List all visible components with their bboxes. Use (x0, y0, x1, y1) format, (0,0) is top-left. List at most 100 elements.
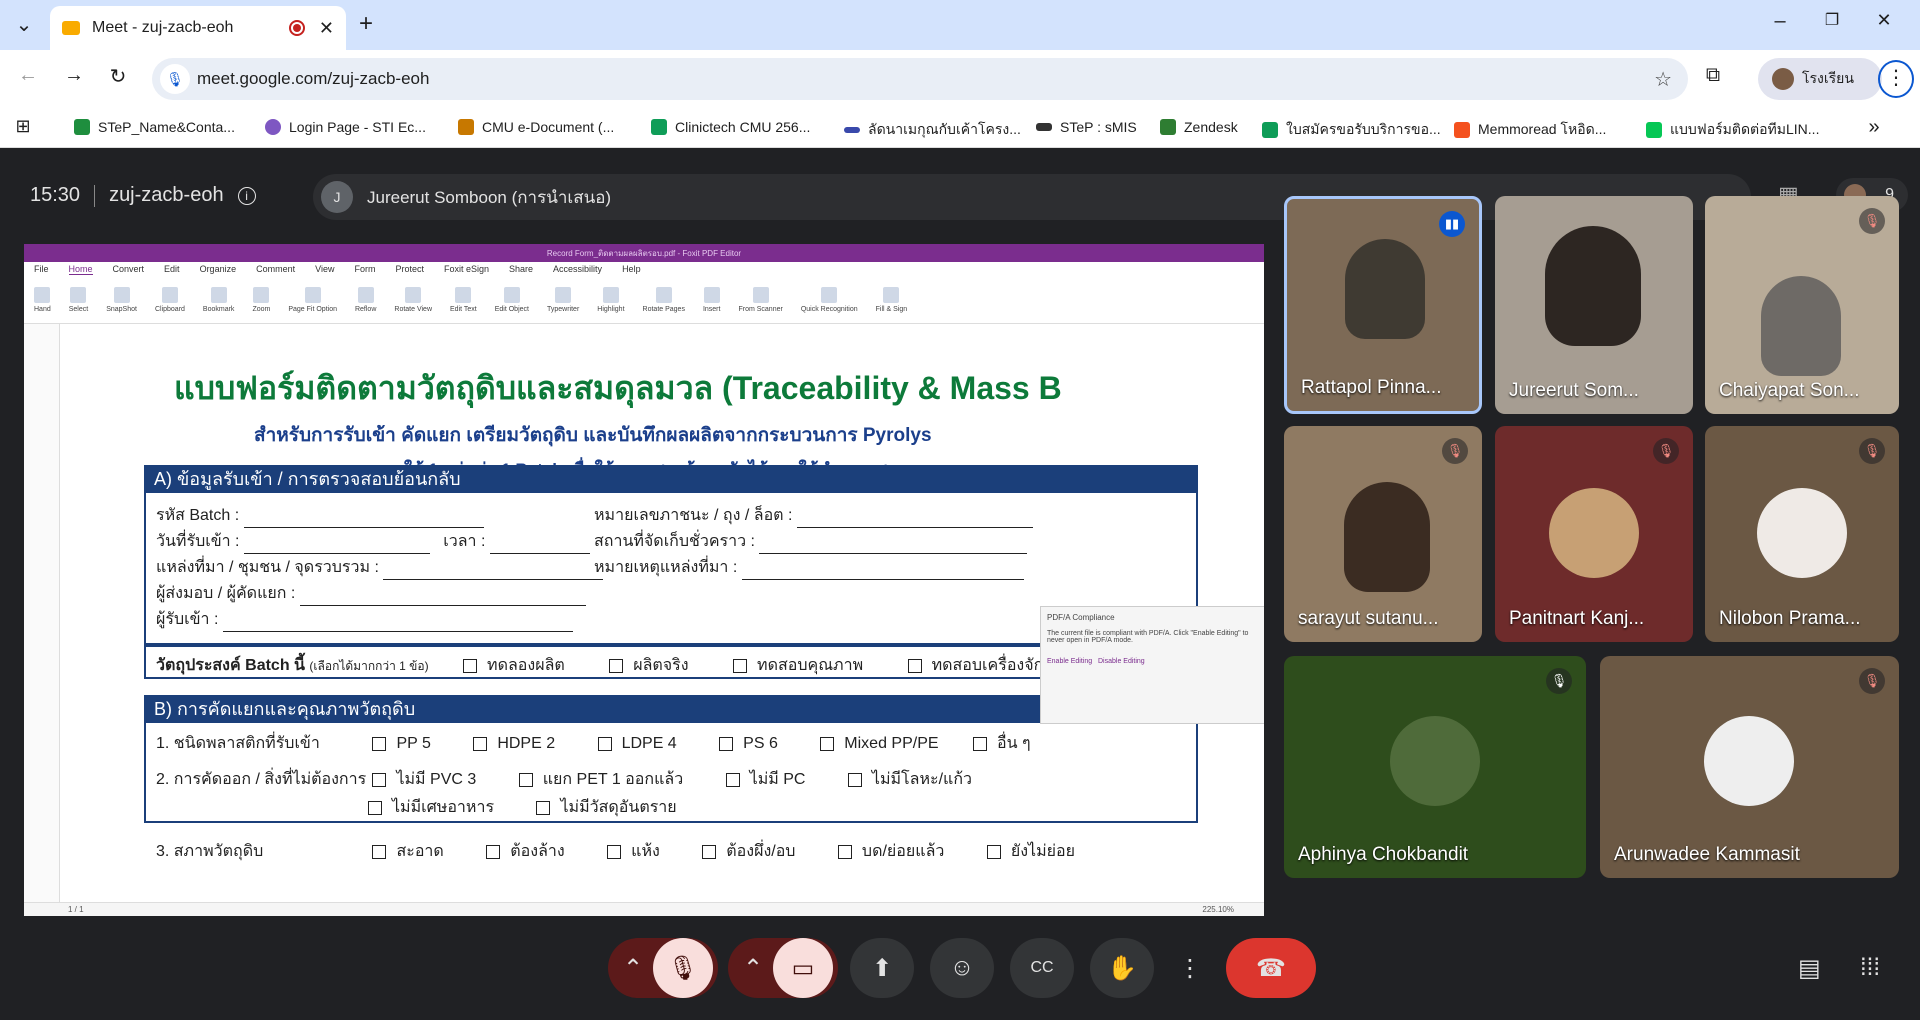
participant-tile[interactable]: 🎙 Nilobon Prama... (1705, 426, 1899, 642)
checkbox[interactable] (609, 658, 624, 673)
menu-item[interactable]: Form (354, 264, 375, 274)
menu-item[interactable]: Organize (200, 264, 237, 274)
shared-screen: Record Form_ติดตามผลผลิตรอบ.pdf - Foxit … (24, 244, 1264, 916)
menu-item[interactable]: Share (509, 264, 533, 274)
present-screen-icon[interactable]: ⬆ (850, 938, 914, 998)
field-container-no: หมายเลขภาชนะ / ถุง / ล็อต : (594, 503, 1033, 528)
ribbon-tool[interactable]: SnapShot (106, 287, 137, 313)
participant-tile[interactable]: 🎙 sarayut sutanu... (1284, 426, 1482, 642)
ribbon-tool[interactable]: Zoom (252, 287, 270, 313)
participant-avatar (1704, 716, 1794, 806)
ribbon-tool[interactable]: Rotate Pages (643, 287, 685, 313)
ribbon-tool[interactable]: Fill & Sign (876, 287, 908, 313)
ribbon-tool[interactable]: Page Fit Option (288, 287, 337, 313)
participant-tile[interactable]: 🎙 Aphinya Chokbandit (1284, 656, 1586, 878)
bookmark-item[interactable]: ใบสมัครขอรับบริการขอ... (1262, 119, 1441, 141)
more-options-icon[interactable]: ⋮ (1170, 938, 1210, 998)
popup-title: PDF/A Compliance (1047, 613, 1115, 622)
bookmark-item[interactable]: STeP_Name&Conta... (74, 119, 235, 135)
checkbox[interactable] (907, 658, 922, 673)
ribbon-tool[interactable]: Reflow (355, 287, 376, 313)
video-feed (1545, 226, 1641, 346)
participant-tile[interactable]: ▮▮ Rattapol Pinna... (1284, 196, 1482, 414)
ribbon-tool[interactable]: Rotate View (394, 287, 432, 313)
field-received-date: วันที่รับเข้า : เวลา : (156, 529, 590, 554)
enable-editing-link[interactable]: Enable Editing (1047, 658, 1092, 665)
bookmark-item[interactable]: CMU e-Document (... (458, 119, 614, 135)
checkbox[interactable] (463, 658, 478, 673)
meeting-details-icon[interactable]: i (237, 186, 256, 205)
speaking-icon: ▮▮ (1439, 211, 1465, 237)
participant-avatar (1549, 488, 1639, 578)
camera-options-chevron-icon[interactable]: ⌃ (733, 954, 773, 983)
mic-options-chevron-icon[interactable]: ⌃ (613, 954, 653, 983)
bookmark-item[interactable]: Login Page - STI Ec... (265, 119, 426, 135)
mic-off-icon: 🎙 (1546, 668, 1572, 694)
menu-item[interactable]: Comment (256, 264, 295, 274)
browser-tab-meet[interactable]: Meet - zuj-zacb-eoh ✕ (50, 6, 346, 50)
field-purpose: วัตถุประสงค์ Batch นี้ (เลือกได้มากกว่า … (156, 657, 1052, 674)
site-info-icon[interactable]: 🎙 (160, 64, 190, 94)
mic-off-button-icon[interactable]: 🎙 (653, 938, 713, 998)
participant-tile[interactable]: Jureerut Som... (1495, 196, 1693, 414)
extensions-icon[interactable]: ⧉ (1700, 64, 1726, 87)
ribbon-tool[interactable]: Insert (703, 287, 721, 313)
field-deliverer: ผู้ส่งมอบ / ผู้คัดแยก : (156, 581, 586, 606)
disable-editing-link[interactable]: Disable Editing (1098, 658, 1145, 665)
participant-tile[interactable]: 🎙 Panitnart Kanj... (1495, 426, 1693, 642)
activities-grid-icon[interactable]: ⁞⁞⁞ (1860, 954, 1880, 982)
chat-icon[interactable]: ▤ (1798, 954, 1821, 983)
participant-tile[interactable]: 🎙 Arunwadee Kammasit (1600, 656, 1899, 878)
ribbon-tool[interactable]: Clipboard (155, 287, 185, 313)
chrome-menu-icon[interactable]: ⋮ (1878, 60, 1914, 98)
tab-close-icon[interactable]: ✕ (319, 18, 334, 39)
menu-item[interactable]: Accessibility (553, 264, 602, 274)
profile-avatar (1772, 68, 1794, 90)
menu-item[interactable]: Edit (164, 264, 180, 274)
restore-icon[interactable]: ❐ (1822, 10, 1842, 30)
address-bar[interactable]: 🎙 meet.google.com/zuj-zacb-eoh ☆ (152, 58, 1688, 100)
ribbon-tool[interactable]: Quick Recognition (801, 287, 858, 313)
bookmark-item[interactable]: Clinictech CMU 256... (651, 119, 810, 135)
captions-icon[interactable]: CC (1010, 938, 1074, 998)
tab-search-chevron-icon[interactable]: ⌄ (12, 12, 36, 37)
minimize-icon[interactable]: – (1770, 10, 1790, 33)
apps-grid-icon[interactable]: ⊞ (12, 116, 34, 137)
participant-name: Rattapol Pinna... (1301, 377, 1442, 398)
emoji-reaction-icon[interactable]: ☺ (930, 938, 994, 998)
reload-icon[interactable]: ↻ (106, 64, 130, 89)
bookmark-item[interactable]: แบบฟอร์มติดต่อทีมLIN... (1646, 119, 1819, 141)
raise-hand-icon[interactable]: ✋ (1090, 938, 1154, 998)
ribbon-tool[interactable]: Bookmark (203, 287, 235, 313)
ribbon-tool[interactable]: Edit Text (450, 287, 477, 313)
ribbon-tool[interactable]: From Scanner (738, 287, 782, 313)
bookmark-item[interactable]: ลัดนาเมกุณกับเค้าโครง... (844, 119, 1021, 141)
menu-item[interactable]: Home (68, 264, 93, 275)
ribbon-tool[interactable]: Highlight (597, 287, 624, 313)
menu-item[interactable]: Foxit eSign (444, 264, 489, 274)
menu-item[interactable]: Convert (113, 264, 145, 274)
menu-item[interactable]: Protect (395, 264, 424, 274)
bookmark-item[interactable]: STeP : sMIS (1036, 119, 1137, 135)
participant-tile[interactable]: 🎙 Chaiyapat Son... (1705, 196, 1899, 414)
bookmark-star-icon[interactable]: ☆ (1654, 67, 1672, 92)
ribbon-tool[interactable]: Typewriter (547, 287, 579, 313)
profile-button[interactable]: โรงเรียน (1758, 58, 1882, 100)
ribbon-tool[interactable]: Select (69, 287, 88, 313)
menu-item[interactable]: View (315, 264, 334, 274)
menu-item[interactable]: Help (622, 264, 641, 274)
foxit-title-bar: Record Form_ติดตามผลผลิตรอบ.pdf - Foxit … (24, 244, 1264, 262)
window-close-icon[interactable]: ✕ (1874, 10, 1894, 31)
checkbox[interactable] (733, 658, 748, 673)
ribbon-tool[interactable]: Edit Object (495, 287, 529, 313)
bookmarks-overflow-icon[interactable]: » (1862, 116, 1886, 139)
forward-icon[interactable]: → (62, 64, 86, 87)
menu-item[interactable]: File (34, 264, 49, 274)
camera-off-button-icon[interactable]: ▭ (773, 938, 833, 998)
back-icon[interactable]: ← (16, 64, 40, 87)
bookmark-item[interactable]: Memmoread โหอิด... (1454, 119, 1606, 141)
leave-call-icon[interactable]: ☎ (1226, 938, 1316, 998)
bookmark-item[interactable]: Zendesk (1160, 119, 1238, 135)
new-tab-icon[interactable]: + (354, 10, 378, 38)
ribbon-tool[interactable]: Hand (34, 287, 51, 313)
